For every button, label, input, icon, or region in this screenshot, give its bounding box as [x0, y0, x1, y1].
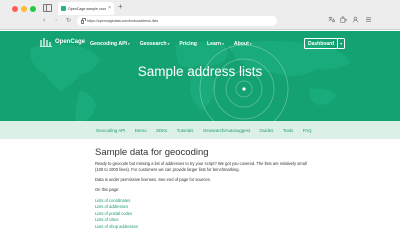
- new-tab-button[interactable]: +: [118, 3, 123, 11]
- sidebar-toggle-icon[interactable]: [43, 4, 52, 12]
- opencage-logo[interactable]: OpenCage: [40, 37, 85, 47]
- nav-about[interactable]: About▾: [234, 41, 252, 47]
- back-button[interactable]: ‹: [43, 17, 45, 24]
- reload-button[interactable]: ↻: [66, 18, 71, 24]
- page-title: Sample address lists: [137, 64, 263, 79]
- browser-chrome: OpenCage sample coordinates ... × + ‹ › …: [0, 0, 400, 30]
- logo-icon: [40, 38, 52, 47]
- toc-links: Lists of coordinates Lists of addresses …: [95, 198, 310, 230]
- subnav-faq[interactable]: FAQ: [303, 128, 312, 133]
- subnav-geocoding-api[interactable]: Geocoding API: [96, 128, 125, 133]
- sub-nav: Geocoding API Demo SDKs Tutorials Geosea…: [0, 121, 400, 139]
- subnav-sdks[interactable]: SDKs: [156, 128, 167, 133]
- subnav-tools[interactable]: Tools: [283, 128, 293, 133]
- nav-pricing[interactable]: Pricing: [179, 41, 197, 47]
- section-heading: Sample data for geocoding: [95, 147, 209, 158]
- translate-icon[interactable]: [327, 16, 335, 24]
- main-nav: Geocoding API▾ Geosearch▾ Pricing Learn▾…: [90, 41, 262, 47]
- subnav-tutorials[interactable]: Tutorials: [177, 128, 194, 133]
- tab-title: OpenCage sample coordinates ...: [68, 6, 106, 11]
- address-bar[interactable]: https://opencagedata.com/tools/address-l…: [77, 16, 277, 26]
- window-minimize-button[interactable]: [21, 6, 27, 12]
- window-close-button[interactable]: [12, 6, 18, 12]
- tab-close-icon[interactable]: ×: [108, 6, 111, 11]
- dashboard-dropdown-button[interactable]: ▾: [338, 38, 346, 49]
- dashboard-button-group: Dashboard ▾: [304, 38, 346, 49]
- link-lists-of-shop-addresses[interactable]: Lists of shop addresses: [95, 224, 310, 230]
- profile-icon[interactable]: [351, 16, 359, 24]
- main-content: Sample data for geocoding Ready to geoco…: [95, 147, 310, 230]
- subnav-demo[interactable]: Demo: [135, 128, 147, 133]
- url-text: https://opencagedata.com/tools/address-l…: [87, 19, 159, 23]
- nav-geocoding-api[interactable]: Geocoding API▾: [90, 41, 130, 47]
- dashboard-button[interactable]: Dashboard: [304, 38, 339, 49]
- on-this-page-label: On this page:: [95, 187, 120, 192]
- menu-icon[interactable]: [364, 16, 372, 24]
- nav-learn[interactable]: Learn▾: [207, 41, 224, 47]
- favicon-icon: [61, 6, 66, 11]
- subnav-guides[interactable]: Guides: [260, 128, 274, 133]
- window-maximize-button[interactable]: [30, 6, 36, 12]
- browser-tab[interactable]: OpenCage sample coordinates ... ×: [58, 2, 114, 15]
- lock-icon: [81, 18, 86, 24]
- hero-banner: OpenCage Geocoding API▾ Geosearch▾ Prici…: [0, 31, 400, 121]
- logo-text: OpenCage: [55, 39, 86, 45]
- nav-geosearch[interactable]: Geosearch▾: [140, 41, 170, 47]
- extensions-icon[interactable]: [339, 16, 347, 24]
- license-paragraph: Data is under permissive licenses. See e…: [95, 177, 211, 182]
- subnav-geosearch-autosuggest[interactable]: Geosearch/Autosuggest: [203, 128, 250, 133]
- forward-button[interactable]: ›: [55, 17, 57, 24]
- intro-paragraph: Ready to geocode but missing a list of a…: [95, 161, 307, 172]
